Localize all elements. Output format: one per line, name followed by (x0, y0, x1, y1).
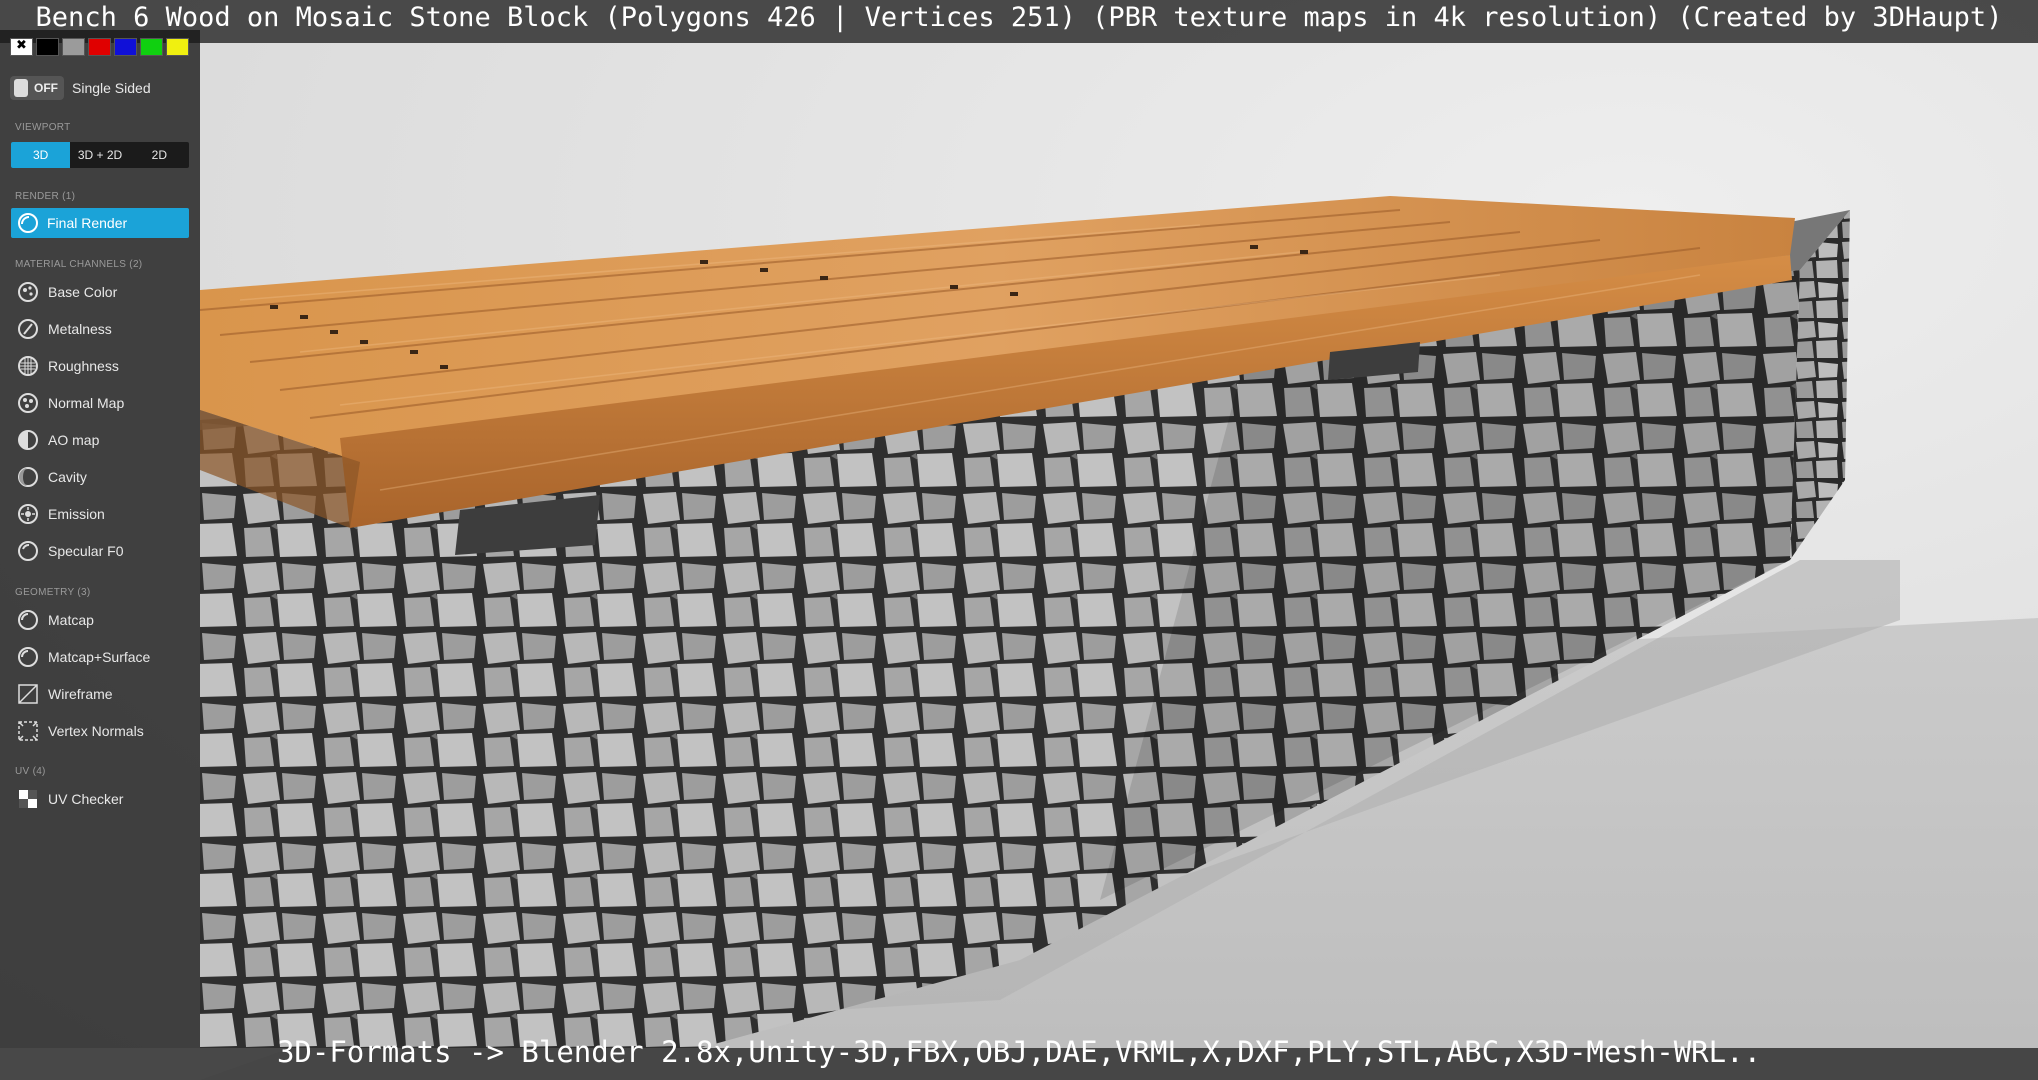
model-title: Bench 6 Wood on Mosaic Stone Block (Poly… (35, 2, 2003, 33)
title-bar: Bench 6 Wood on Mosaic Stone Block (Poly… (0, 0, 2038, 43)
final-render-button[interactable]: Final Render (11, 208, 189, 238)
channel-label: Emission (48, 506, 105, 522)
specular-icon (16, 539, 40, 563)
uv-heading: UV (4) (15, 766, 46, 777)
geometry-matcap[interactable]: Matcap (16, 608, 94, 632)
uv-label: UV Checker (48, 791, 124, 807)
formats-bar: 3D-Formats -> Blender 2.8x,Unity-3D,FBX,… (0, 1038, 2038, 1080)
channel-metalness[interactable]: Metalness (16, 317, 112, 341)
channel-cavity[interactable]: Cavity (16, 465, 87, 489)
swatch-blue[interactable] (114, 38, 137, 56)
channel-base-color[interactable]: Base Color (16, 280, 117, 304)
single-sided-label: Single Sided (72, 80, 151, 96)
metalness-icon (16, 317, 40, 341)
close-icon: ✖ (16, 37, 27, 52)
channel-label: Base Color (48, 284, 118, 300)
swatch-red[interactable] (88, 38, 111, 56)
channel-label: Normal Map (48, 395, 125, 411)
viewport-heading: VIEWPORT (15, 122, 71, 133)
geometry-heading: GEOMETRY (3) (15, 587, 91, 598)
single-sided-row: OFF Single Sided (10, 76, 151, 100)
swatch-black[interactable] (36, 38, 59, 56)
ao-map-icon (16, 428, 40, 452)
geometry-label: Wireframe (48, 686, 113, 702)
channel-label: AO map (48, 432, 100, 448)
toggle-knob (14, 79, 28, 97)
toggle-state: OFF (34, 81, 58, 95)
uv-checker[interactable]: UV Checker (16, 787, 123, 811)
channel-label: Roughness (48, 358, 119, 374)
single-sided-toggle[interactable]: OFF (10, 76, 64, 100)
render-icon (17, 212, 39, 234)
checkerboard-icon (16, 787, 40, 811)
roughness-icon (16, 354, 40, 378)
channel-label: Cavity (48, 469, 87, 485)
geometry-label: Matcap (48, 612, 94, 628)
geometry-vertex-normals[interactable]: Vertex Normals (16, 719, 144, 743)
channel-label: Specular F0 (48, 543, 124, 559)
channel-roughness[interactable]: Roughness (16, 354, 119, 378)
viewport-3d-button[interactable]: 3D (11, 142, 71, 168)
final-render-label: Final Render (47, 215, 128, 231)
channel-normal-map[interactable]: Normal Map (16, 391, 124, 415)
swatch-white[interactable]: ✖ (10, 37, 33, 56)
normal-map-icon (16, 391, 40, 415)
geometry-matcap-surface[interactable]: Matcap+Surface (16, 645, 150, 669)
viewport-3d-2d-button[interactable]: 3D + 2D (70, 142, 129, 168)
geometry-label: Vertex Normals (48, 723, 144, 739)
palette-icon (16, 280, 40, 304)
emission-icon (16, 502, 40, 526)
3d-viewport[interactable] (0, 0, 2038, 1080)
channel-specular-f0[interactable]: Specular F0 (16, 539, 123, 563)
vertex-normals-icon (16, 719, 40, 743)
wireframe-icon (16, 682, 40, 706)
material-channels-heading: MATERIAL CHANNELS (2) (15, 259, 143, 270)
matcap-icon (16, 608, 40, 632)
cavity-icon (16, 465, 40, 489)
swatch-yellow[interactable] (166, 38, 189, 56)
geometry-wireframe[interactable]: Wireframe (16, 682, 113, 706)
swatch-gray[interactable] (62, 38, 85, 56)
bench-model[interactable] (0, 0, 2038, 1080)
sidebar-panel: ✖ OFF Single Sided VIEWPORT 3D 3D + 2D 2… (0, 30, 200, 1048)
geometry-label: Matcap+Surface (48, 649, 151, 665)
background-swatches: ✖ (10, 37, 189, 56)
matcap-surface-icon (16, 645, 40, 669)
channel-label: Metalness (48, 321, 112, 337)
viewport-2d-button[interactable]: 2D (130, 142, 189, 168)
channel-emission[interactable]: Emission (16, 502, 105, 526)
render-heading: RENDER (1) (15, 191, 76, 202)
swatch-green[interactable] (140, 38, 163, 56)
viewport-mode-group: 3D 3D + 2D 2D (11, 142, 189, 168)
channel-ao-map[interactable]: AO map (16, 428, 99, 452)
formats-text: 3D-Formats -> Blender 2.8x,Unity-3D,FBX,… (276, 1035, 1762, 1069)
